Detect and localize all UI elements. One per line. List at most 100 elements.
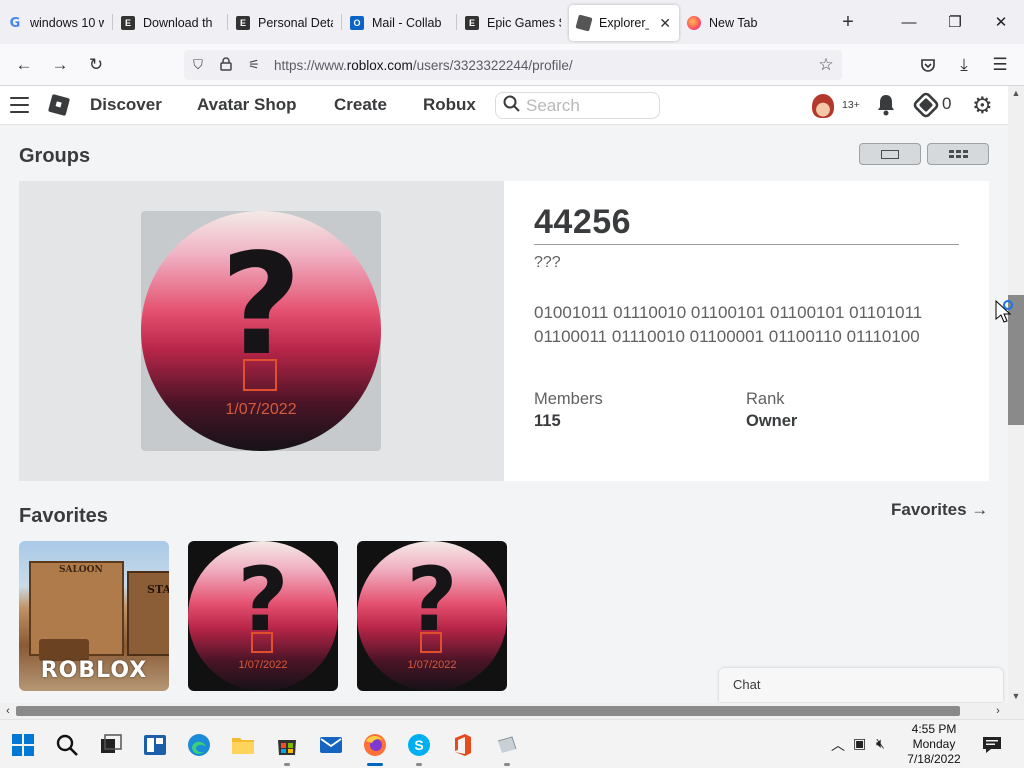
browser-tab-download[interactable]: E Download th — [113, 5, 227, 41]
reload-icon[interactable]: ↻ — [83, 52, 109, 78]
windows-start-icon[interactable] — [11, 733, 35, 757]
search-input[interactable] — [526, 95, 646, 116]
grid-view-icon — [948, 150, 968, 158]
horizontal-scroll-thumb[interactable] — [16, 706, 960, 716]
slideshow-view-button[interactable] — [859, 143, 921, 165]
nav-avatar-shop[interactable]: Avatar Shop — [197, 95, 297, 115]
scroll-right-arrow-icon[interactable]: › — [990, 703, 1006, 719]
taskbar-search-icon[interactable] — [55, 733, 79, 757]
scroll-down-arrow-icon[interactable]: ▼ — [1008, 691, 1024, 701]
url-prefix: https://www. — [274, 57, 347, 73]
roblox-search-box[interactable] — [495, 92, 660, 119]
notifications-bell-icon[interactable] — [876, 94, 896, 116]
emblem-date: 1/07/2022 — [225, 401, 297, 418]
close-window-icon[interactable]: ✕ — [978, 0, 1024, 44]
edge-browser-icon[interactable] — [187, 733, 211, 757]
browser-tab-google[interactable]: G windows 10 w — [0, 5, 112, 41]
system-clock[interactable]: 4:55 PM Monday 7/18/2022 — [898, 722, 970, 767]
forward-arrow-icon[interactable]: → — [47, 52, 73, 78]
firefox-taskbar-icon[interactable] — [363, 733, 387, 757]
store-sign: STAR — [147, 583, 169, 596]
bookmark-star-icon[interactable]: ☆ — [812, 55, 840, 75]
emblem-box-outline — [243, 359, 277, 391]
epic-games-icon: E — [465, 16, 479, 30]
group-emblem-panel[interactable]: ? 1/07/2022 — [19, 181, 504, 481]
chat-bar[interactable]: Chat — [719, 668, 1003, 702]
browser-tab-roblox-active[interactable]: Explorer_Le ✕ — [569, 5, 679, 41]
question-mark-emblem-icon: ? 1/07/2022 — [357, 541, 507, 691]
tab-label: Mail - Collab — [372, 16, 442, 30]
nav-discover[interactable]: Discover — [90, 95, 162, 115]
back-arrow-icon[interactable]: ← — [11, 52, 37, 78]
file-explorer-icon[interactable] — [231, 733, 255, 757]
task-view-icon[interactable] — [99, 733, 123, 757]
tab-label: Explorer_Le — [599, 16, 649, 30]
browser-navigation-toolbar: ← → ↻ ⛉ ⚟ https://www.roblox.com/users/3… — [0, 44, 1024, 86]
grid-view-button[interactable] — [927, 143, 989, 165]
favorites-see-all-link[interactable]: Favorites → — [891, 500, 988, 520]
robux-balance[interactable]: 0 — [942, 94, 951, 114]
roblox-logo-icon[interactable] — [47, 93, 71, 117]
favorite-game-card[interactable]: ? 1/07/2022 — [357, 541, 507, 691]
favorite-game-card[interactable]: ? 1/07/2022 — [188, 541, 338, 691]
display-icon[interactable]: ▣ — [853, 735, 866, 752]
url-text[interactable]: https://www.roblox.com/users/3323322244/… — [274, 58, 573, 73]
running-indicator — [284, 763, 290, 766]
search-icon[interactable] — [496, 95, 526, 116]
app-menu-icon[interactable]: ☰ — [987, 52, 1013, 78]
user-avatar-icon[interactable] — [812, 94, 834, 118]
horizontal-scrollbar[interactable]: ‹ › — [0, 703, 1008, 719]
address-bar[interactable]: ⛉ ⚟ https://www.roblox.com/users/3323322… — [184, 50, 842, 80]
vertical-scrollbar[interactable]: ▲ ▼ — [1008, 86, 1024, 703]
downloads-icon[interactable]: ⤓ — [951, 52, 977, 78]
clock-day: Monday — [912, 737, 956, 751]
group-name[interactable]: 44256 — [534, 203, 631, 242]
nav-robux[interactable]: Robux — [423, 95, 476, 115]
browser-tab-new-tab[interactable]: New Tab — [679, 5, 789, 41]
nav-create[interactable]: Create — [334, 95, 387, 115]
browser-tab-mail[interactable]: O Mail - Collab — [342, 5, 456, 41]
settings-gear-icon[interactable]: ⚙ — [972, 93, 993, 117]
emblem-date: 1/07/2022 — [238, 659, 288, 671]
svg-text:S: S — [414, 737, 423, 753]
shield-icon[interactable]: ⛉ — [184, 57, 212, 73]
close-tab-icon[interactable]: ✕ — [659, 15, 671, 32]
scroll-left-arrow-icon[interactable]: ‹ — [0, 703, 16, 719]
microsoft-store-icon[interactable] — [275, 733, 299, 757]
groups-section-title: Groups — [19, 145, 91, 167]
permissions-icon[interactable]: ⚟ — [240, 57, 268, 73]
tray-overflow-chevron-icon[interactable]: ︿ — [831, 735, 845, 755]
skype-icon[interactable]: S — [407, 733, 431, 757]
emblem-date: 1/07/2022 — [407, 659, 457, 671]
browser-tab-strip: G windows 10 w E Download th E Personal … — [0, 0, 1024, 44]
group-emblem[interactable]: ? 1/07/2022 — [141, 211, 381, 451]
restore-icon[interactable]: ❐ — [932, 0, 978, 44]
roblox-studio-icon[interactable] — [495, 733, 519, 757]
pocket-icon[interactable] — [915, 52, 941, 78]
question-mark-emblem-icon: ? 1/07/2022 — [141, 211, 381, 451]
group-binary-text: 01001011 01110010 01100101 01100101 0110… — [534, 303, 923, 346]
hamburger-menu-icon[interactable] — [10, 97, 29, 113]
scroll-up-arrow-icon[interactable]: ▲ — [1008, 88, 1024, 98]
lock-icon[interactable] — [212, 56, 240, 74]
widgets-icon[interactable] — [143, 733, 167, 757]
epic-games-icon: E — [236, 16, 250, 30]
browser-tab-personal-details[interactable]: E Personal Deta — [228, 5, 341, 41]
minimize-icon[interactable]: — — [886, 0, 932, 44]
members-label: Members — [534, 390, 603, 408]
notification-center-icon[interactable] — [982, 735, 1002, 755]
volume-muted-icon[interactable]: 🔇︎ — [876, 735, 885, 752]
group-details-panel: 44256 ??? 01001011 01110010 01100101 011… — [504, 181, 989, 481]
new-tab-plus-icon[interactable]: + — [833, 11, 863, 34]
office-icon[interactable] — [451, 733, 475, 757]
favorite-game-card[interactable]: SALOON STAR ROBLOX — [19, 541, 169, 691]
running-indicator — [416, 763, 422, 766]
robux-icon[interactable] — [911, 90, 941, 120]
url-path: /users/3323322244/profile/ — [412, 57, 573, 73]
mail-icon[interactable] — [319, 733, 343, 757]
age-badge: 13+ — [842, 99, 860, 111]
roblox-icon — [575, 14, 593, 32]
browser-tab-epic-store[interactable]: E Epic Games St — [457, 5, 569, 41]
tab-label: New Tab — [709, 16, 758, 30]
google-g-icon: G — [9, 15, 21, 31]
